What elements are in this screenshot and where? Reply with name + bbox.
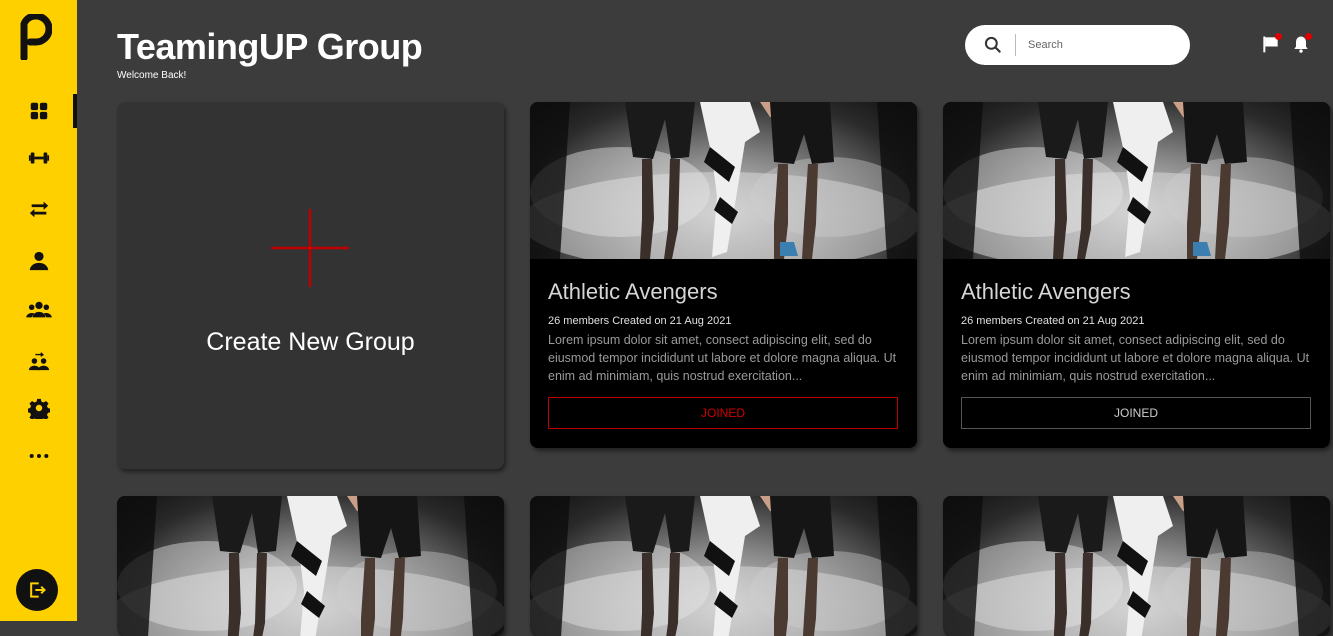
group-description: Lorem ipsum dolor sit amet, consect adip… <box>548 333 897 383</box>
sidebar-item-settings[interactable] <box>0 392 77 424</box>
notifications-button[interactable] <box>1291 33 1312 54</box>
dashboard-icon <box>30 102 47 120</box>
group-icon <box>25 301 52 318</box>
sidebar-item-profile[interactable] <box>0 245 77 277</box>
gear-icon <box>27 398 50 419</box>
flag-button[interactable] <box>1261 33 1282 54</box>
group-card[interactable]: Athletic Avengers 26 members Created on … <box>943 102 1330 448</box>
create-group-label: Create New Group <box>206 328 415 356</box>
sidebar-item-workouts[interactable] <box>0 142 77 174</box>
sidebar-item-transfers[interactable] <box>0 193 77 225</box>
search-input[interactable] <box>1028 39 1178 51</box>
sidebar-item-more[interactable] <box>0 440 77 472</box>
group-card[interactable]: Athletic Avengers 26 members Created on … <box>530 102 917 448</box>
create-group-card[interactable]: Create New Group <box>117 102 504 469</box>
group-image <box>943 496 1330 636</box>
search-icon[interactable] <box>983 35 1003 55</box>
search-bar[interactable] <box>965 25 1190 65</box>
search-divider <box>1015 34 1016 56</box>
group-description: Lorem ipsum dolor sit amet, consect adip… <box>961 333 1310 383</box>
group-image <box>530 102 917 259</box>
user-icon <box>29 251 48 271</box>
logout-icon <box>30 582 46 598</box>
group-image <box>530 496 917 636</box>
welcome-text: Welcome Back! <box>117 70 187 81</box>
transfer-arrows-icon <box>29 201 48 218</box>
plus-icon <box>271 209 349 287</box>
group-image <box>943 102 1330 259</box>
group-image <box>117 496 504 636</box>
sidebar <box>0 0 77 621</box>
group-card[interactable] <box>117 496 504 636</box>
group-meta: 26 members Created on 21 Aug 2021 <box>961 315 1145 327</box>
group-title[interactable]: Athletic Avengers <box>961 279 1312 305</box>
group-meta: 26 members Created on 21 Aug 2021 <box>548 315 732 327</box>
more-icon <box>29 453 48 459</box>
joined-button[interactable]: JOINED <box>548 397 898 429</box>
joined-button[interactable]: JOINED <box>961 397 1311 429</box>
logout-button[interactable] <box>16 569 58 611</box>
bell-notification-dot <box>1305 33 1312 40</box>
app-logo[interactable] <box>18 14 52 60</box>
team-connect-icon <box>28 352 49 371</box>
sidebar-item-teams[interactable] <box>0 345 77 377</box>
group-card[interactable] <box>530 496 917 636</box>
group-title[interactable]: Athletic Avengers <box>548 279 899 305</box>
sidebar-item-groups[interactable] <box>0 294 77 326</box>
sidebar-item-dashboard[interactable] <box>0 95 77 127</box>
dumbbell-icon <box>28 152 49 164</box>
flag-notification-dot <box>1275 33 1282 40</box>
group-card[interactable] <box>943 496 1330 636</box>
page-title: TeamingUP Group <box>117 26 423 67</box>
